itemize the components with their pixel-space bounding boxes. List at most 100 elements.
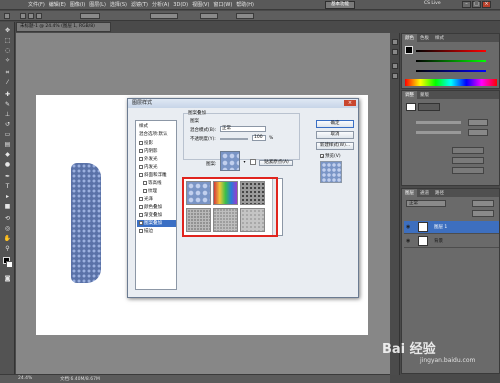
cancel-button[interactable]: 取消 [316, 131, 354, 139]
checkbox[interactable] [143, 180, 147, 185]
dialog-close-button[interactable]: × [344, 100, 356, 106]
close-icon[interactable]: × [482, 1, 491, 8]
tab-swatches[interactable]: 色板 [417, 34, 432, 42]
preview-checkbox-row[interactable]: ✓预览(V) [320, 153, 341, 159]
tab-color[interactable]: 颜色 [402, 34, 417, 42]
menu-3d[interactable]: 3D(D) [173, 2, 188, 8]
style-item-texture[interactable]: 纹理 [137, 188, 176, 195]
style-item-color-overlay[interactable]: 颜色叠加 [137, 204, 176, 211]
selection-mode-icon[interactable] [36, 13, 42, 19]
blend-mode-select[interactable]: 正常 [220, 126, 266, 132]
character-panel-icon[interactable] [392, 63, 398, 69]
crop-tool-icon[interactable]: ⌗ [3, 68, 12, 77]
path-selection-tool-icon[interactable]: ▸ [3, 192, 12, 201]
checkbox[interactable] [139, 204, 143, 209]
checkbox[interactable] [143, 188, 147, 193]
style-item-bevel-emboss[interactable]: 斜面和浮雕 [137, 172, 176, 179]
menu-analysis[interactable]: 分析(A) [152, 1, 169, 8]
pattern-dropdown-icon[interactable]: ▾ [242, 159, 247, 164]
paragraph-panel-icon[interactable] [392, 73, 398, 79]
menu-view[interactable]: 视图(V) [192, 1, 209, 8]
tab-paths[interactable]: 路径 [432, 189, 447, 197]
color-range-button[interactable] [452, 157, 484, 164]
checkbox[interactable] [139, 228, 143, 233]
cs-live-label[interactable]: CS Live [424, 1, 441, 6]
background-color-swatch[interactable] [6, 261, 13, 268]
style-item-contour[interactable]: 等高线 [137, 180, 176, 187]
lasso-tool-icon[interactable]: ◌ [3, 46, 12, 55]
green-slider[interactable] [416, 60, 486, 62]
pattern-thumbnail[interactable] [220, 151, 240, 171]
selection-mode-icon[interactable] [28, 13, 34, 19]
layer-name[interactable]: 背景 [434, 238, 443, 244]
mask-edge-button[interactable] [452, 147, 484, 154]
move-tool-icon[interactable]: ✥ [3, 26, 12, 35]
actions-panel-icon[interactable] [392, 49, 398, 55]
gradient-tool-icon[interactable]: ▤ [3, 140, 12, 149]
clone-stamp-tool-icon[interactable]: ⊥ [3, 110, 12, 119]
history-panel-icon[interactable] [392, 39, 398, 45]
type-tool-icon[interactable]: T [3, 182, 12, 191]
style-item-inner-glow[interactable]: 内发光 [137, 164, 176, 171]
healing-brush-tool-icon[interactable]: ✚ [3, 90, 12, 99]
menu-layer[interactable]: 图层(L) [89, 1, 106, 8]
3d-camera-tool-icon[interactable]: ◎ [3, 224, 12, 233]
document-tab[interactable]: 未标题-1 @ 24.4% (图层 1, RGB/8) [16, 22, 111, 32]
menu-filter[interactable]: 滤镜(T) [131, 1, 148, 8]
preview-checkbox[interactable]: ✓ [320, 153, 324, 158]
opacity-slider[interactable] [220, 138, 248, 140]
layer-name[interactable]: 图层 1 [434, 224, 447, 230]
workspace-button[interactable]: 基本功能 [325, 1, 355, 9]
menu-select[interactable]: 选择(S) [110, 1, 127, 8]
pen-tool-icon[interactable]: ✒ [3, 172, 12, 181]
ok-button[interactable]: 确定 [316, 120, 354, 128]
width-field-icon[interactable] [200, 13, 218, 19]
layer-opacity-field[interactable] [472, 200, 494, 207]
tab-layers[interactable]: 图层 [402, 189, 417, 197]
menu-image[interactable]: 图像(I) [70, 1, 85, 8]
mask-thumbnail[interactable] [406, 103, 416, 111]
checkbox[interactable] [139, 164, 143, 169]
height-field-icon[interactable] [236, 13, 254, 19]
tool-preset-icon[interactable] [4, 13, 10, 19]
style-item-satin[interactable]: 光泽 [137, 196, 176, 203]
tab-masks[interactable]: 蒙版 [417, 91, 432, 99]
checkbox[interactable] [139, 172, 143, 177]
color-fg-swatch[interactable] [405, 46, 413, 54]
layer-fill-field[interactable] [472, 210, 494, 217]
style-item-drop-shadow[interactable]: 投影 [137, 140, 176, 147]
checkbox[interactable] [139, 212, 143, 217]
menu-edit[interactable]: 编辑(E) [49, 1, 66, 8]
new-preset-icon[interactable] [250, 159, 256, 165]
tab-styles[interactable]: 样式 [432, 34, 447, 42]
brush-tool-icon[interactable]: ✎ [3, 100, 12, 109]
checkbox[interactable] [139, 156, 143, 161]
layer-row[interactable]: ◉ 图层 1 [404, 221, 499, 234]
menu-file[interactable]: 文件(F) [28, 1, 45, 8]
magic-wand-tool-icon[interactable]: ✧ [3, 56, 12, 65]
feather-field[interactable] [468, 129, 488, 136]
invert-button[interactable] [452, 167, 484, 174]
blue-slider[interactable] [416, 70, 486, 72]
checkbox[interactable] [139, 140, 143, 145]
maximize-icon[interactable]: □ [472, 1, 481, 8]
eyedropper-tool-icon[interactable]: ⁄ [3, 78, 12, 87]
history-brush-tool-icon[interactable]: ↺ [3, 120, 12, 129]
mask-thumbnail-active[interactable] [418, 103, 440, 111]
tab-adjustments[interactable]: 调整 [402, 91, 417, 99]
shape-tool-icon[interactable]: ■ [3, 202, 12, 211]
style-item-blending-options[interactable]: 混合选项:默认 [137, 131, 176, 138]
checkbox[interactable] [139, 148, 143, 153]
menu-window[interactable]: 窗口(W) [213, 1, 232, 8]
eye-icon[interactable]: ◉ [406, 224, 412, 230]
minimize-icon[interactable]: – [462, 1, 471, 8]
dodge-tool-icon[interactable]: ● [3, 160, 12, 169]
snap-to-origin-button[interactable]: 贴紧原点(A) [259, 160, 293, 166]
red-slider[interactable] [416, 50, 486, 52]
feather-slider[interactable] [416, 131, 461, 134]
quick-mask-icon[interactable]: ◙ [3, 274, 12, 283]
zoom-tool-icon[interactable]: ⚲ [3, 244, 12, 253]
color-spectrum-bar[interactable] [405, 79, 497, 86]
density-field[interactable] [468, 119, 488, 126]
3d-rotate-tool-icon[interactable]: ⟲ [3, 214, 12, 223]
